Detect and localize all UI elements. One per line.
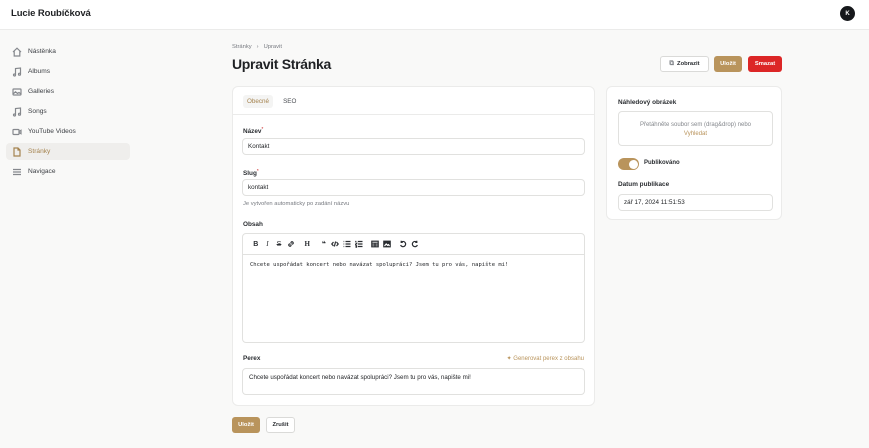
slug-label: Slug* (243, 168, 259, 178)
delete-button[interactable]: Smazat (748, 56, 782, 72)
bullet-list-button[interactable] (341, 238, 353, 250)
sidebar-item-label: YouTube Videos (28, 128, 76, 135)
published-label: Publikováno (644, 160, 680, 166)
view-button-label: Zobrazit (677, 61, 700, 67)
publish-date-input[interactable]: zář 17, 2024 11:51:53 (618, 194, 773, 211)
browse-link[interactable]: Vyhledat (619, 130, 772, 139)
image-dropzone[interactable]: Přetáhněte soubor sem (drag&drop) nebo V… (618, 111, 773, 146)
quote-button[interactable]: ❝ (318, 238, 330, 250)
sidebar-item-navigace[interactable]: Navigace (6, 163, 130, 180)
preview-image-label: Náhledový obrázek (618, 99, 677, 106)
tab-bar: Obecné SEO (243, 95, 300, 108)
code-button[interactable] (330, 238, 342, 250)
video-icon (12, 128, 22, 135)
top-bar: Lucie Roubíčková K (0, 0, 869, 30)
ordered-list-icon (354, 240, 363, 248)
dropzone-text: Přetáhněte soubor sem (drag&drop) nebo (639, 122, 752, 128)
italic-button[interactable]: I (262, 238, 274, 250)
content-editor[interactable]: B I S H ❝ Chcete uspořádat koncert nebo … (242, 233, 585, 343)
name-input[interactable]: Kontakt (242, 138, 585, 155)
link-button[interactable] (285, 238, 297, 250)
sidebar-item-label: Songs (28, 108, 47, 115)
app-title[interactable]: Lucie Roubíčková (11, 8, 91, 19)
sidebar-item-label: Albums (28, 68, 50, 75)
ordered-list-button[interactable] (353, 238, 365, 250)
slug-help-text: Je vytvořen automaticky po zadání názvu (243, 201, 350, 207)
tab-divider (233, 114, 594, 115)
table-icon (371, 240, 379, 248)
bullet-list-icon (343, 240, 351, 248)
sidebar-item-galleries[interactable]: Galleries (6, 83, 130, 100)
sidebar-item-nastenka[interactable]: Nástěnka (6, 43, 130, 60)
sidebar-item-stranky[interactable]: Stránky (6, 143, 130, 160)
sparkle-icon: ✦ (506, 356, 512, 362)
generate-perex-button[interactable]: ✦ Generovat perex z obsahu (507, 355, 584, 362)
undo-button[interactable] (398, 238, 410, 250)
document-icon (13, 146, 21, 157)
slug-input[interactable]: kontakt (242, 179, 585, 196)
sidebar: Nástěnka Albums Galleries Songs YouTube … (0, 30, 140, 448)
save-button[interactable]: Uložit (714, 56, 742, 72)
view-button[interactable]: ⧉ Zobrazit (660, 56, 709, 72)
external-link-icon: ⧉ (669, 60, 675, 67)
music-note-icon (12, 106, 22, 117)
side-card: Náhledový obrázek Přetáhněte soubor sem … (606, 86, 782, 220)
content-label: Obsah (243, 221, 263, 228)
perex-textarea[interactable]: Chcete uspořádat koncert nebo navázat sp… (242, 368, 585, 395)
sidebar-item-label: Nástěnka (28, 48, 56, 55)
sidebar-item-label: Stránky (28, 148, 51, 155)
generate-perex-label: Generovat perex z obsahu (513, 356, 584, 362)
menu-icon (13, 168, 21, 175)
image-icon (12, 87, 22, 96)
heading-button[interactable]: H (301, 238, 313, 250)
home-icon (12, 46, 22, 57)
publish-date-label: Datum publikace (618, 181, 670, 188)
table-button[interactable] (369, 238, 381, 250)
sidebar-item-youtube-videos[interactable]: YouTube Videos (6, 123, 130, 140)
redo-icon (411, 240, 418, 248)
page-title: Upravit Stránka (232, 56, 331, 72)
footer-save-button[interactable]: Uložit (232, 417, 260, 433)
breadcrumb: Stránky › Upravit (232, 44, 282, 50)
music-note-icon (12, 66, 22, 77)
breadcrumb-item-stranky[interactable]: Stránky (232, 44, 252, 50)
strikethrough-button[interactable]: S (273, 238, 285, 250)
editor-toolbar: B I S H ❝ (243, 234, 584, 255)
tab-obecne[interactable]: Obecné (243, 95, 274, 108)
form-card: Obecné SEO Název* Kontakt Slug* kontakt … (232, 86, 595, 406)
cancel-button[interactable]: Zrušit (266, 417, 295, 433)
redo-button[interactable] (409, 238, 421, 250)
sidebar-item-label: Navigace (28, 168, 56, 175)
sidebar-item-albums[interactable]: Albums (6, 63, 130, 80)
name-label: Název* (243, 126, 264, 136)
chevron-right-icon: › (256, 44, 259, 50)
sidebar-item-label: Galleries (28, 88, 55, 95)
perex-label: Perex (243, 355, 261, 362)
undo-icon (400, 240, 407, 248)
editor-content: Chcete uspořádat koncert nebo navázat sp… (250, 262, 509, 268)
image-button[interactable] (381, 238, 393, 250)
breadcrumb-item-upravit: Upravit (263, 44, 282, 50)
tab-seo[interactable]: SEO (279, 95, 300, 108)
sidebar-item-songs[interactable]: Songs (6, 103, 130, 120)
bold-button[interactable]: B (250, 238, 262, 250)
user-avatar[interactable]: K (840, 6, 855, 21)
image-icon (382, 240, 391, 248)
published-toggle[interactable] (618, 158, 639, 170)
link-icon (287, 241, 294, 247)
code-icon (331, 241, 340, 247)
